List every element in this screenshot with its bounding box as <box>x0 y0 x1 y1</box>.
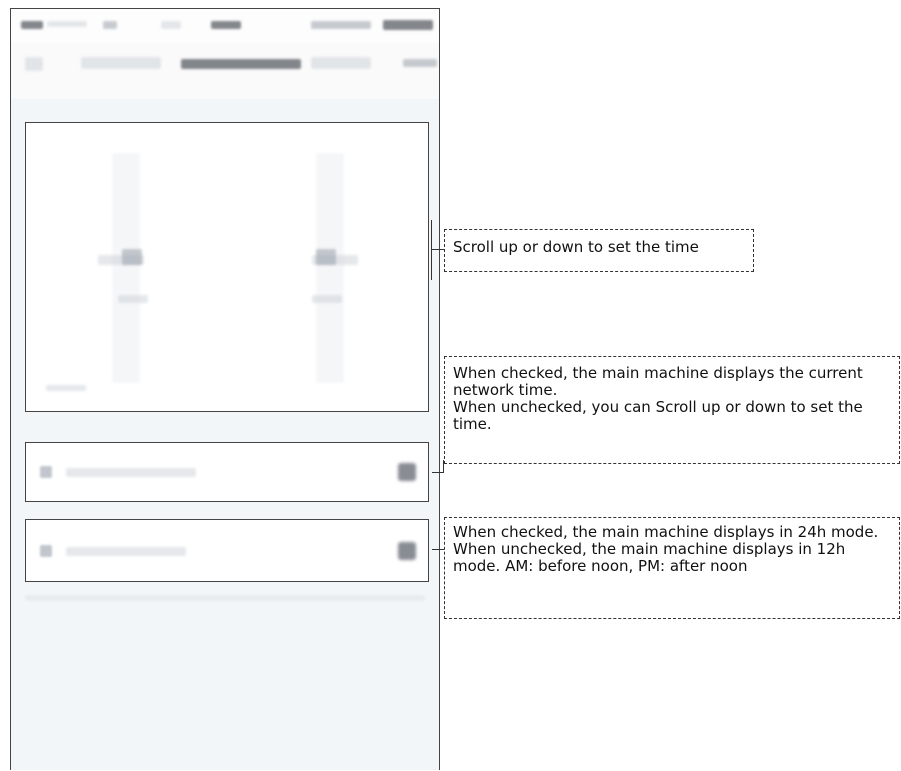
time-picker-connector <box>431 249 444 250</box>
hour-wheel[interactable] <box>112 153 140 383</box>
hour-mode-label <box>66 547 186 556</box>
network-time-row[interactable] <box>25 442 429 502</box>
time-picker-card[interactable] <box>25 122 429 412</box>
hour-mode-callout-line1: When checked, the main machine displays … <box>453 523 879 541</box>
header-bar <box>11 43 439 99</box>
time-picker-connector-v <box>431 220 432 280</box>
hour-mode-callout-line2: When unchecked, the main machine display… <box>453 540 846 575</box>
hour-mode-checkbox[interactable] <box>398 541 416 560</box>
hour-mode-callout: When checked, the main machine displays … <box>444 517 900 619</box>
save-button[interactable] <box>403 59 437 67</box>
phone-screen <box>10 8 440 770</box>
network-time-icon <box>40 466 52 478</box>
back-icon[interactable] <box>25 57 43 71</box>
network-time-checkbox[interactable] <box>398 463 416 481</box>
network-time-callout-line1: When checked, the main machine displays … <box>453 364 863 399</box>
hour-mode-connector <box>432 549 444 550</box>
hour-mode-row[interactable] <box>25 519 429 582</box>
time-picker-callout: Scroll up or down to set the time <box>444 229 754 272</box>
minute-wheel[interactable] <box>316 153 344 383</box>
network-time-callout-line2: When unchecked, you can Scroll up or dow… <box>453 398 863 433</box>
hour-mode-icon <box>40 544 52 557</box>
status-bar <box>11 9 439 43</box>
network-time-callout: When checked, the main machine displays … <box>444 356 900 464</box>
page-title <box>181 59 301 69</box>
time-picker-callout-text: Scroll up or down to set the time <box>453 238 699 256</box>
network-time-label <box>66 468 196 477</box>
